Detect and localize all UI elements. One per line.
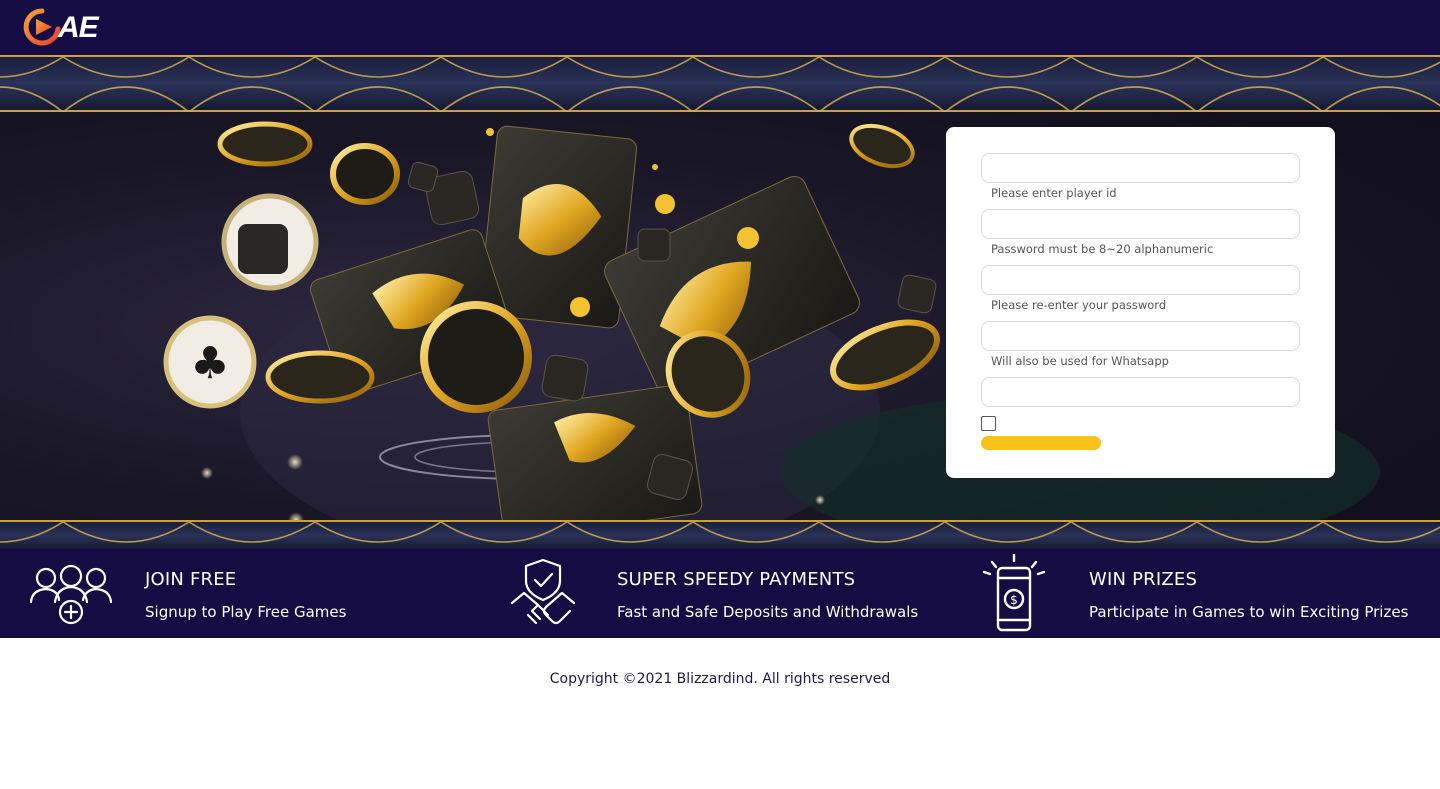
password-input[interactable] <box>981 209 1300 239</box>
confirm-password-input[interactable] <box>981 265 1300 295</box>
decorative-band-top <box>0 57 1440 112</box>
feature-join-free: JOIN FREE Signup to Play Free Games <box>0 549 480 638</box>
feature-title: SUPER SPEEDY PAYMENTS <box>617 569 856 590</box>
feature-subtitle: Fast and Safe Deposits and Withdrawals <box>617 603 919 621</box>
copyright-text: Copyright ©2021 Blizzardind. All rights … <box>549 671 891 687</box>
feature-speedy-payments: SUPER SPEEDY PAYMENTS Fast and Safe Depo… <box>480 549 960 638</box>
features-strip: JOIN FREE Signup to Play Free Games SUPE… <box>0 549 1440 638</box>
player-id-hint: Please enter player id <box>991 186 1117 200</box>
phone-dollar-icon: $ <box>982 554 1046 632</box>
phone-input[interactable] <box>981 321 1300 351</box>
signup-form: Please enter player id Password must be … <box>946 127 1335 478</box>
terms-checkbox[interactable] <box>981 416 996 431</box>
feature-subtitle: Signup to Play Free Games <box>145 603 347 621</box>
phone-hint: Will also be used for Whatsapp <box>991 354 1169 368</box>
password-hint: Password must be 8~20 alphanumeric <box>991 242 1214 256</box>
top-bar: AE <box>0 0 1440 57</box>
svg-text:$: $ <box>1010 593 1018 607</box>
feature-win-prizes: $ WIN PRIZES Participate in Games to win… <box>960 549 1440 638</box>
footer: Copyright ©2021 Blizzardind. All rights … <box>0 638 1440 789</box>
feature-title: WIN PRIZES <box>1089 569 1198 590</box>
logo[interactable]: AE <box>22 7 99 47</box>
confirm-password-hint: Please re-enter your password <box>991 298 1167 312</box>
player-id-input[interactable] <box>981 153 1300 183</box>
handshake-shield-icon <box>510 558 576 625</box>
decorative-band-bottom <box>0 520 1440 549</box>
svg-text:♣: ♣ <box>190 338 229 389</box>
extra-input[interactable] <box>981 377 1300 407</box>
feature-subtitle: Participate in Games to win Exciting Pri… <box>1089 603 1409 621</box>
logo-play-icon <box>23 8 61 46</box>
hero-banner: ♣ Please enter player id Password must b… <box>0 57 1440 549</box>
users-add-icon <box>29 564 113 625</box>
feature-title: JOIN FREE <box>145 569 237 590</box>
submit-button[interactable] <box>981 436 1101 450</box>
logo-text: AE <box>58 11 99 44</box>
